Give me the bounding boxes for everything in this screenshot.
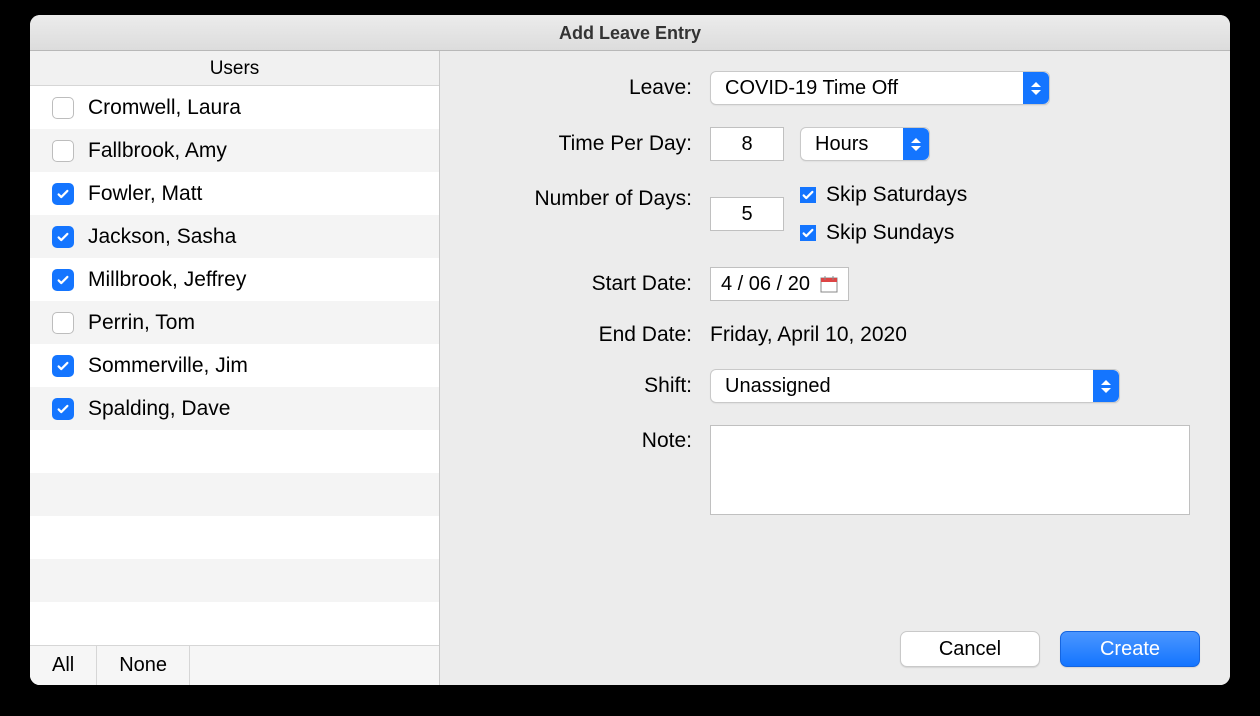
user-row[interactable]: Perrin, Tom xyxy=(30,301,439,344)
user-row[interactable]: Jackson, Sasha xyxy=(30,215,439,258)
cancel-button[interactable]: Cancel xyxy=(900,631,1040,667)
start-date-input[interactable]: 4 / 06 / 20 xyxy=(710,267,849,301)
user-checkbox[interactable] xyxy=(52,269,74,291)
checkbox-icon xyxy=(800,187,816,203)
users-panel: Users Cromwell, Laura Fallbrook, Amy Fowle… xyxy=(30,51,440,685)
end-date-label: End Date: xyxy=(450,323,710,347)
user-checkbox[interactable] xyxy=(52,183,74,205)
leave-label: Leave: xyxy=(450,76,710,100)
user-checkbox[interactable] xyxy=(52,398,74,420)
user-row[interactable]: Sommerville, Jim xyxy=(30,344,439,387)
users-footer: All None xyxy=(30,645,439,685)
dropdown-stepper-icon xyxy=(1023,72,1049,104)
user-checkbox[interactable] xyxy=(52,97,74,119)
checkbox-icon xyxy=(800,225,816,241)
user-checkbox[interactable] xyxy=(52,226,74,248)
dropdown-stepper-icon xyxy=(1093,370,1119,402)
users-list: Cromwell, Laura Fallbrook, Amy Fowler, Mat… xyxy=(30,86,439,645)
dialog-body: Users Cromwell, Laura Fallbrook, Amy Fowle… xyxy=(30,51,1230,685)
select-none-button[interactable]: None xyxy=(97,646,190,685)
user-checkbox[interactable] xyxy=(52,312,74,334)
create-button[interactable]: Create xyxy=(1060,631,1200,667)
dialog-button-row: Cancel Create xyxy=(900,631,1200,667)
skip-saturdays-label: Skip Saturdays xyxy=(826,183,967,207)
user-name: Fallbrook, Amy xyxy=(88,139,227,163)
shift-label: Shift: xyxy=(450,374,710,398)
user-row[interactable]: Millbrook, Jeffrey xyxy=(30,258,439,301)
start-date-label: Start Date: xyxy=(450,272,710,296)
leave-type-value: COVID-19 Time Off xyxy=(725,77,898,100)
user-row[interactable]: Fowler, Matt xyxy=(30,172,439,215)
window-title: Add Leave Entry xyxy=(30,15,1230,51)
user-row xyxy=(30,559,439,602)
user-row xyxy=(30,516,439,559)
dialog-window: Add Leave Entry Users Cromwell, Laura Fal… xyxy=(30,15,1230,685)
calendar-icon[interactable] xyxy=(820,275,838,293)
user-name: Perrin, Tom xyxy=(88,311,195,335)
shift-select[interactable]: Unassigned xyxy=(710,369,1120,403)
user-name: Millbrook, Jeffrey xyxy=(88,268,246,292)
number-of-days-input[interactable]: 5 xyxy=(710,197,784,231)
user-name: Spalding, Dave xyxy=(88,397,230,421)
user-checkbox[interactable] xyxy=(52,355,74,377)
user-row xyxy=(30,430,439,473)
number-of-days-label: Number of Days: xyxy=(450,183,710,211)
start-date-value: 4 / 06 / 20 xyxy=(721,273,810,296)
skip-saturdays-checkbox[interactable]: Skip Saturdays xyxy=(800,183,967,207)
user-row[interactable]: Cromwell, Laura xyxy=(30,86,439,129)
select-all-button[interactable]: All xyxy=(30,646,97,685)
user-row[interactable]: Spalding, Dave xyxy=(30,387,439,430)
user-row[interactable]: Fallbrook, Amy xyxy=(30,129,439,172)
user-name: Sommerville, Jim xyxy=(88,354,248,378)
time-units-select[interactable]: Hours xyxy=(800,127,930,161)
leave-type-select[interactable]: COVID-19 Time Off xyxy=(710,71,1050,105)
user-name: Jackson, Sasha xyxy=(88,225,236,249)
end-date-value: Friday, April 10, 2020 xyxy=(710,323,907,347)
user-checkbox[interactable] xyxy=(52,140,74,162)
dropdown-stepper-icon xyxy=(903,128,929,160)
note-textarea[interactable] xyxy=(710,425,1190,515)
note-label: Note: xyxy=(450,425,710,453)
user-name: Cromwell, Laura xyxy=(88,96,241,120)
shift-value: Unassigned xyxy=(725,375,831,398)
time-units-value: Hours xyxy=(815,133,868,156)
time-per-day-input[interactable]: 8 xyxy=(710,127,784,161)
users-column-header: Users xyxy=(30,51,439,86)
user-row xyxy=(30,473,439,516)
time-per-day-label: Time Per Day: xyxy=(450,132,710,156)
skip-sundays-checkbox[interactable]: Skip Sundays xyxy=(800,221,967,245)
user-name: Fowler, Matt xyxy=(88,182,202,206)
form-panel: Leave: COVID-19 Time Off Time Per Day: 8… xyxy=(440,51,1230,685)
skip-sundays-label: Skip Sundays xyxy=(826,221,954,245)
